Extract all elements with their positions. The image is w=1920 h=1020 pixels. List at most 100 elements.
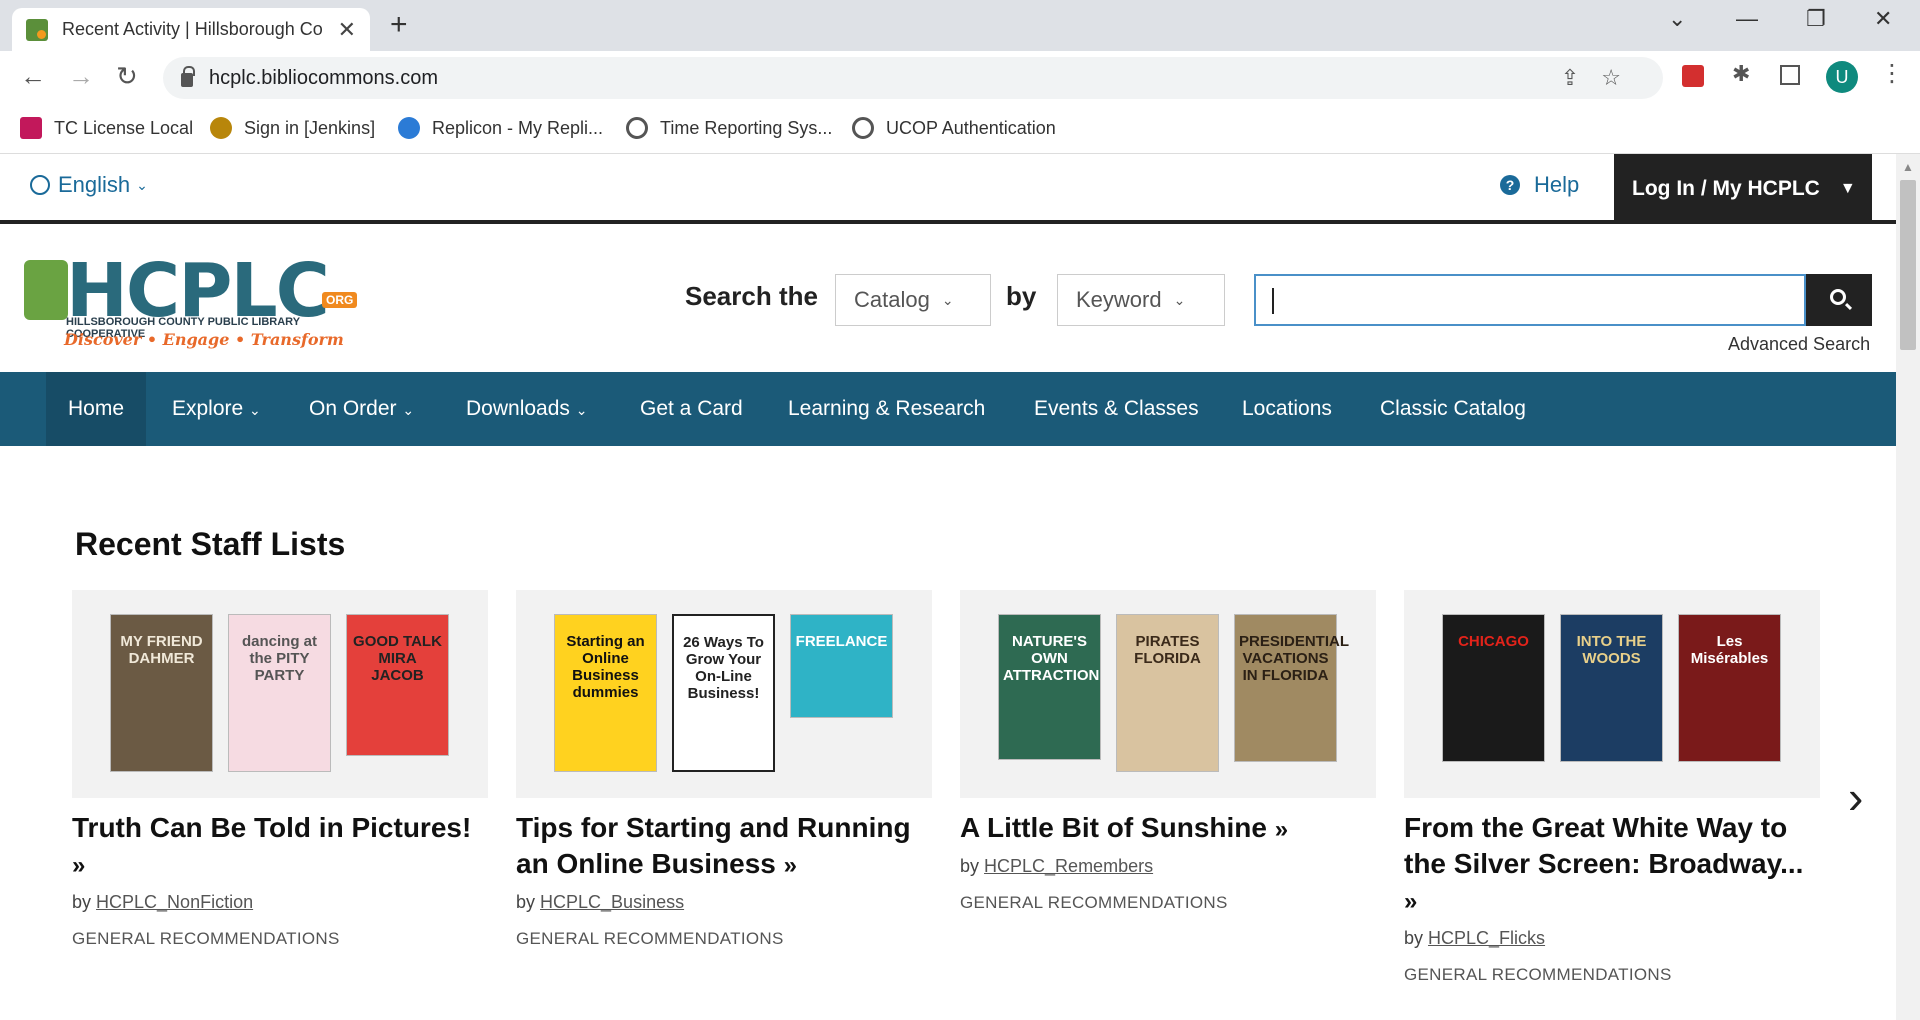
carousel-next-icon[interactable]: › [1848,770,1863,824]
jenkins-icon [210,117,232,139]
page-scrollbar[interactable]: ▲ [1896,154,1920,1020]
book-cover: PRESIDENTIAL VACATIONS IN FLORIDA [1234,614,1349,762]
by-label: by [72,892,92,912]
list-byline: by HCPLC_NonFiction [72,892,488,913]
logo-gear-icon [24,260,68,320]
help-icon: ? [1500,175,1520,195]
minimize-icon[interactable]: — [1736,6,1758,32]
tc-license-icon [20,117,42,139]
language-selector[interactable]: English ⌄ [30,172,148,198]
bookmark-label: Time Reporting Sys... [660,117,833,138]
hcplc-logo[interactable]: HCPLC ORG HILLSBOROUGH COUNTY PUBLIC LIB… [24,248,364,352]
site-favicon-icon [26,18,48,41]
list-byline: by HCPLC_Remembers [960,856,1376,877]
nav-explore[interactable]: Explore ⌄ [150,372,283,446]
language-label: English [58,172,131,197]
book-cover: Les Misérables [1678,614,1781,762]
bookmark-item[interactable]: Sign in [Jenkins] [210,117,375,139]
nav-events-classes[interactable]: Events & Classes [1012,372,1221,446]
list-title[interactable]: A Little Bit of Sunshine » [960,810,1376,848]
advanced-search-link[interactable]: Advanced Search [1728,334,1870,355]
forward-icon[interactable]: → [68,61,94,92]
search-by-label: by [1006,281,1037,311]
nav-classic-catalog[interactable]: Classic Catalog [1358,372,1548,446]
staff-list-card[interactable]: Starting an Online Business dummies 26 W… [516,590,932,949]
browser-toolbar: ← → ↻ hcplc.bibliocommons.com ⇪☆ ✱ U ⋮ [0,51,1920,107]
nav-home[interactable]: Home [46,372,147,446]
book-cover: PIRATES FLORIDA [1116,614,1219,772]
help-link[interactable]: ? Help [1500,172,1579,198]
restore-icon[interactable]: ❐ [1806,6,1826,32]
staff-list-card[interactable]: CHICAGO INTO THE WOODS Les Misérables Fr… [1404,590,1820,985]
help-label: Help [1534,172,1580,197]
double-chevron-right-icon: » [1274,816,1289,843]
list-thumbnail[interactable]: MY FRIEND DAHMER dancing at the PITY PAR… [72,590,488,798]
reload-icon[interactable]: ↻ [116,61,138,92]
bookmark-label: UCOP Authentication [886,117,1056,138]
new-tab-icon[interactable]: + [390,8,408,42]
nav-get-a-card[interactable]: Get a Card [618,372,765,446]
book-cover-text: dancing at the PITY PARTY [241,633,317,684]
search-button[interactable] [1806,274,1872,326]
list-title[interactable]: Truth Can Be Told in Pictures! » [72,810,488,884]
author-link[interactable]: HCPLC_Remembers [984,856,1153,876]
search-scope-dropdown[interactable]: Catalog ⌄ [835,274,991,326]
address-bar[interactable]: hcplc.bibliocommons.com ⇪☆ [163,57,1663,99]
search-input[interactable] [1254,274,1806,326]
list-title[interactable]: Tips for Starting and Running an Online … [516,810,932,884]
list-title[interactable]: From the Great White Way to the Silver S… [1404,810,1820,920]
close-window-icon[interactable]: ✕ [1874,6,1892,32]
author-link[interactable]: HCPLC_Business [540,892,684,912]
extensions-puzzle-icon[interactable]: ✱ [1732,61,1750,87]
list-title-text: A Little Bit of Sunshine [960,812,1267,843]
nav-locations[interactable]: Locations [1220,372,1354,446]
list-thumbnail[interactable]: NATURE'S OWN ATTRACTION PIRATES FLORIDA … [960,590,1376,798]
share-icon[interactable]: ⇪ [1561,65,1601,90]
nav-label: Downloads [466,397,570,420]
nav-downloads[interactable]: Downloads ⌄ [444,372,609,446]
bookmark-star-icon[interactable]: ☆ [1601,65,1643,90]
book-cover: CHICAGO [1442,614,1545,762]
book-cover-text: Starting an Online Business dummies [566,633,645,701]
browser-tab[interactable]: Recent Activity | Hillsborough Co ✕ [12,8,370,51]
search-field-dropdown[interactable]: Keyword ⌄ [1057,274,1225,326]
bookmark-item[interactable]: TC License Local [20,117,193,139]
author-link[interactable]: HCPLC_Flicks [1428,928,1545,948]
login-button[interactable]: Log In / My HCPLC ▼ [1614,154,1872,224]
nav-learning-research[interactable]: Learning & Research [766,372,1007,446]
author-link[interactable]: HCPLC_NonFiction [96,892,253,912]
bookmark-item[interactable]: Replicon - My Repli... [398,117,603,139]
staff-list-card[interactable]: MY FRIEND DAHMER dancing at the PITY PAR… [72,590,488,949]
close-tab-icon[interactable]: ✕ [338,17,356,43]
bookmark-label: Replicon - My Repli... [432,117,604,138]
staff-list-card[interactable]: NATURE'S OWN ATTRACTION PIRATES FLORIDA … [960,590,1376,913]
chevron-down-icon: ⌄ [941,291,954,308]
book-cover: GOOD TALK MIRA JACOB [346,614,449,756]
utility-bar: English ⌄ ? Help Log In / My HCPLC ▼ [0,154,1896,224]
text-caret [1272,288,1274,314]
search-icon [1830,289,1846,305]
extension-lastpass-icon[interactable] [1682,65,1704,87]
menu-kebab-icon[interactable]: ⋮ [1880,59,1904,88]
browser-tab-strip: Recent Activity | Hillsborough Co ✕ + ⌄ … [0,0,1920,51]
globe-icon [852,117,874,139]
scroll-up-icon[interactable]: ▲ [1902,160,1914,174]
bookmark-item[interactable]: UCOP Authentication [852,117,1056,139]
tab-search-icon[interactable]: ⌄ [1668,6,1686,32]
book-cover: INTO THE WOODS [1560,614,1663,762]
main-navigation: Home Explore ⌄ On Order ⌄ Downloads ⌄ Ge… [0,372,1896,446]
nav-on-order[interactable]: On Order ⌄ [287,372,436,446]
profile-avatar[interactable]: U [1826,61,1858,93]
search-scope-value: Catalog [854,287,930,312]
lock-icon [181,66,195,87]
book-cover-text: PIRATES FLORIDA [1134,633,1201,667]
side-panel-icon[interactable] [1780,65,1800,85]
bookmark-item[interactable]: Time Reporting Sys... [626,117,832,139]
list-thumbnail[interactable]: CHICAGO INTO THE WOODS Les Misérables [1404,590,1820,798]
chevron-down-icon: ▼ [1839,180,1856,197]
book-cover-text: 26 Ways To Grow Your On-Line Business! [683,634,764,702]
list-thumbnail[interactable]: Starting an Online Business dummies 26 W… [516,590,932,798]
scrollbar-thumb[interactable] [1900,180,1916,350]
list-byline: by HCPLC_Flicks [1404,928,1820,949]
back-icon[interactable]: ← [20,61,46,92]
